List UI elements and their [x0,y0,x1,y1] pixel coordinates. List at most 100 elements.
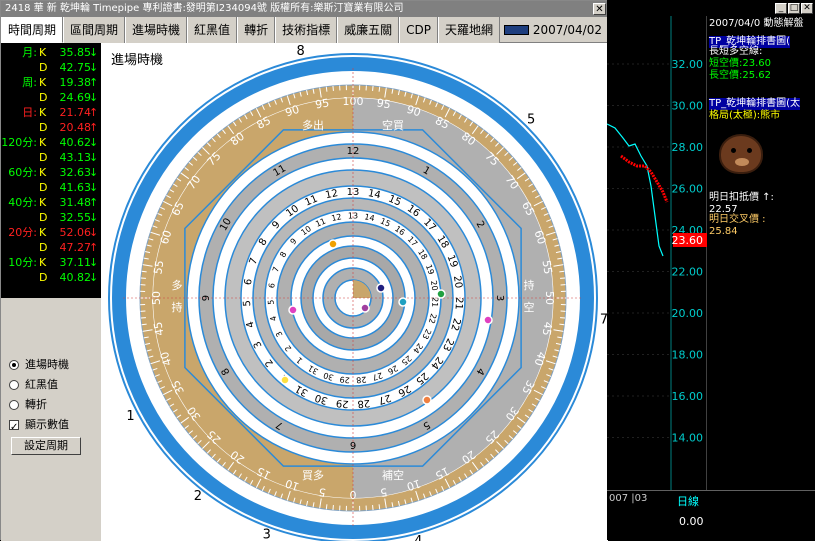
analysis-line: 明日交叉價 : [709,214,766,226]
window-titlebar[interactable]: 2418 華 新 乾坤輪 Timepipe 專利證書:發明第I234094號 版… [1,1,608,17]
signal-dot [377,284,385,292]
signal-dot [289,306,297,314]
scale-tick [142,324,147,325]
kd-row: 40分:K31.48↑ [1,195,101,210]
scale-tick [379,504,380,509]
maximize-button[interactable]: □ [788,3,800,14]
price-chart-svg: 32.0030.0028.0026.0024.0022.0020.0018.00… [607,16,707,490]
kd-value: 35.85 [41,45,91,60]
close-button[interactable]: ✕ [593,3,606,15]
radio-red-black[interactable]: 紅黑值 [9,375,99,395]
kd-arrow-icon: ↓ [89,210,98,225]
price-axis-label: 32.00 [672,58,704,71]
tab-4[interactable]: 轉折 [237,17,275,43]
kd-value: 20.48 [41,120,91,135]
kd-arrow-icon: ↑ [89,195,98,210]
tab-7[interactable]: CDP [399,17,438,43]
week-ring-number: 13 [347,187,360,198]
price-chart[interactable]: 32.0030.0028.0026.0024.0022.0020.0018.00… [607,16,707,490]
signal-dot [484,316,492,324]
kd-value: 52.06 [41,225,91,240]
label-right-inner: 空 [524,300,535,314]
radio-entry-timing[interactable]: 進場時機 [9,355,99,375]
kd-value: 21.74 [41,105,91,120]
tab-6[interactable]: 威廉五關 [337,17,399,43]
bottom-label: 日線 [677,493,699,509]
kd-value: 47.27 [41,240,91,255]
kd-arrow-icon: ↓ [89,225,98,240]
wheel-title: 進場時機 [111,49,163,68]
kd-value: 32.55 [41,210,91,225]
inner-ring-number: 20 [429,280,439,291]
week-ring-number: 29 [335,397,349,409]
tab-2[interactable]: 進場時機 [125,17,187,43]
tab-3[interactable]: 紅黑值 [187,17,237,43]
week-ring-number: 21 [453,297,465,310]
week-ring-number: 28 [357,397,371,409]
kd-row: D42.75↓ [1,60,101,75]
tab-8[interactable]: 天羅地網 [438,17,500,43]
outer-mark-number: 3 [263,527,271,541]
tab-0[interactable]: 時間周期 [1,17,63,43]
scale-number: 45 [151,321,166,337]
display-options: 進場時機 紅黑值 轉折 顯示數值 [9,355,99,435]
kd-value: 31.48 [41,195,91,210]
kd-row: D32.55↓ [1,210,101,225]
radio-icon [9,400,19,410]
kd-table: 月:K35.85↓D42.75↓周:K19.38↑D24.69↓日:K21.74… [1,43,101,298]
kd-arrow-icon: ↓ [89,90,98,105]
bear-icon [719,134,763,174]
analysis-title: 2007/04/0 動態解盤 [709,18,803,30]
scale-tick [326,504,327,509]
tab-5[interactable]: 技術指標 [275,17,337,43]
kd-period-label: 周: [22,75,37,90]
tab-date: 2007/04/02 [533,17,608,42]
analysis-line: TP_乾坤輪排書圖(太 [709,98,800,110]
timepipe-wheel[interactable]: 1009590858075706560555045403530252015105… [101,43,608,541]
set-period-button[interactable]: 設定周期 [11,437,81,455]
kd-arrow-icon: ↑ [89,120,98,135]
month-ring-number: 9 [201,295,212,301]
week-ring-number: 20 [451,275,464,289]
color-swatch [504,25,529,35]
analysis-panel: 2007/04/0 動態解盤 TP_乾坤輪排書圖(長短多空線:短空價:23.60… [707,16,815,490]
tab-bar: 時間周期區間周期進場時機紅黑值轉折技術指標威廉五關CDP天羅地網 2007/04/… [1,17,608,43]
kd-period-label: 10分: [8,255,37,270]
kd-row: D43.13↓ [1,150,101,165]
scale-tick [142,271,147,272]
minimize-button[interactable]: _ [775,3,787,14]
scale-number: 95 [376,96,392,111]
kd-arrow-icon: ↓ [89,180,98,195]
week-ring-number: 5 [242,300,253,307]
month-ring-number: 6 [350,439,356,450]
kd-arrow-icon: ↓ [89,135,98,150]
kd-value: 40.82 [41,270,91,285]
kd-arrow-icon: ↑ [89,240,98,255]
analysis-line: 短空價:23.60 [709,58,771,70]
analysis-line: 25.84 [709,226,738,238]
right-panel: 32.0030.0028.0026.0024.0022.0020.0018.00… [607,0,815,540]
kd-value: 32.63 [41,165,91,180]
price-axis-label: 30.00 [672,100,704,113]
inner-ring-number: 28 [356,375,367,385]
tab-1[interactable]: 區間周期 [63,17,125,43]
kd-value: 37.11 [41,255,91,270]
signal-dot [361,304,369,312]
close-right-button[interactable]: ✕ [801,3,813,14]
checkbox-show-values[interactable]: 顯示數值 [9,415,99,435]
month-ring-number: 12 [347,146,360,157]
kd-value: 24.69 [41,90,91,105]
label-top-right: 空買 [382,118,404,132]
radio-turn[interactable]: 轉折 [9,395,99,415]
scale-number: 95 [314,96,330,111]
label-bottom-left: 買多 [302,468,324,482]
kd-row: 120分:K40.62↓ [1,135,101,150]
kd-row: 周:K19.38↑ [1,75,101,90]
inner-ring-number: 21 [430,297,440,308]
current-price-label: 23.60 [672,234,704,247]
window-title: 2418 華 新 乾坤輪 Timepipe 專利證書:發明第I234094號 版… [5,3,403,14]
kd-arrow-icon: ↓ [89,45,98,60]
scale-tick [379,87,380,92]
label-left-outer: 多 [172,278,183,292]
kd-period-label: 40分: [8,195,37,210]
